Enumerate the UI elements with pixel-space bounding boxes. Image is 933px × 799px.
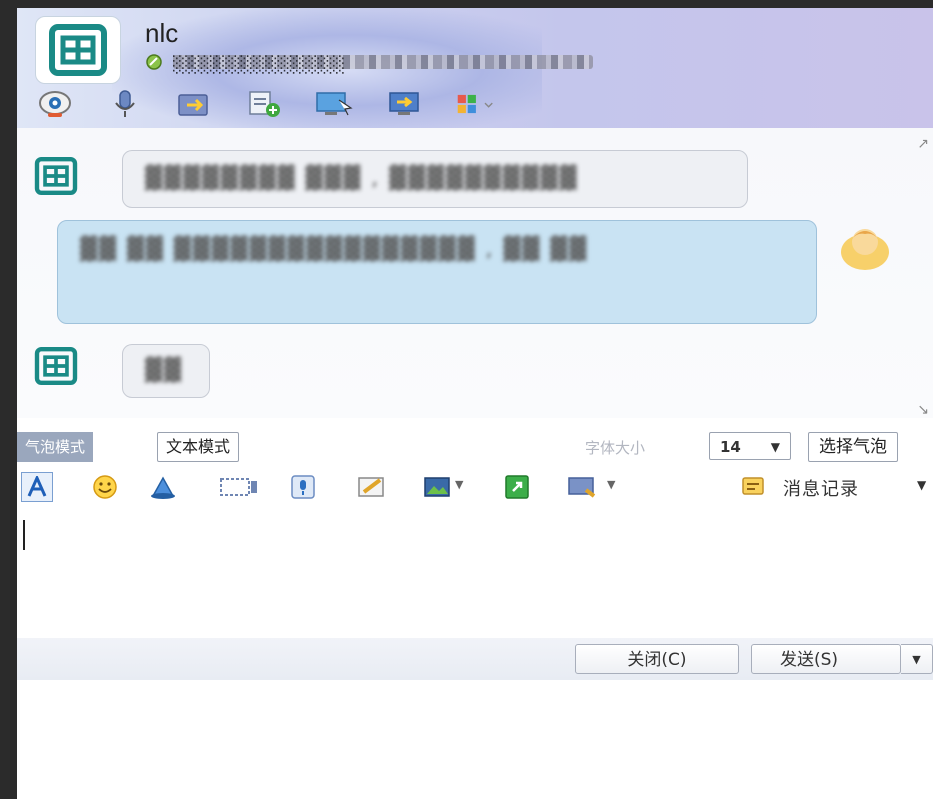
message-text: ▓▓ ▓▓ ▓▓▓▓▓▓▓▓▓▓▓▓▓▓▓▓ , ▓▓ ▓▓ (80, 237, 589, 262)
apps-button[interactable] (455, 90, 495, 118)
voice-message-icon (291, 475, 315, 499)
screenshot-icon (220, 478, 257, 496)
bubble-mode-tab[interactable]: 气泡模式 (17, 432, 94, 462)
contact-logo-icon (34, 157, 78, 195)
chat-history[interactable]: ↗ ▓▓▓▓▓▓▓▓ ▓▓▓ , ▓▓▓▓▓▓▓▓▓▓ ▓▓ ▓▓ ▓▓▓▓▓▓… (17, 128, 933, 418)
self-avatar[interactable] (837, 222, 893, 274)
send-file-button[interactable] (175, 90, 215, 118)
input-toolbar: ▼ ▼ 消息记录 ▼ (17, 468, 933, 506)
screenshot-button[interactable] (215, 472, 263, 502)
share-screen-button[interactable] (385, 90, 425, 118)
scribble-button[interactable] (353, 472, 393, 502)
chat-header: nlc ░░░░░░░░░░░░░░ (17, 8, 933, 133)
remote-desktop-button[interactable] (315, 90, 355, 118)
close-button[interactable]: 关闭(C) (575, 644, 739, 674)
status-signature[interactable]: ░░░░░░░░░░░░░░ (173, 55, 593, 74)
bottom-bar: 关闭(C) 发送(S) ▼ (17, 638, 933, 680)
contact-avatar[interactable] (35, 16, 121, 84)
window-footer (17, 680, 933, 799)
mode-bar: 气泡模式 文本模式 字体大小 14 ▼ 选择气泡 (17, 428, 933, 466)
chevron-down-icon: ▼ (770, 440, 780, 454)
image-button[interactable] (421, 472, 453, 502)
message-bubble-incoming[interactable]: ▓▓▓▓▓▓▓▓ ▓▓▓ , ▓▓▓▓▓▓▓▓▓▓ (122, 150, 748, 208)
scroll-up-icon[interactable]: ↗ (917, 136, 929, 152)
font-size-value: 14 (720, 438, 741, 456)
send-options-button[interactable]: ▼ (901, 644, 933, 674)
message-text: ▓▓▓▓▓▓▓▓ ▓▓▓ , ▓▓▓▓▓▓▓▓▓▓ (145, 166, 579, 191)
emoji-icon (93, 475, 117, 499)
send-file-icon (178, 94, 208, 116)
message-bubble-outgoing[interactable]: ▓▓ ▓▓ ▓▓▓▓▓▓▓▓▓▓▓▓▓▓▓▓ , ▓▓ ▓▓ (57, 220, 817, 324)
create-discussion-icon (249, 91, 280, 117)
font-size-label: 字体大小 (585, 439, 646, 457)
signature-edit-icon[interactable] (145, 53, 163, 71)
more-button[interactable] (563, 472, 603, 502)
contact-logo-icon (34, 347, 78, 385)
send-button[interactable]: 发送(S) (751, 644, 901, 674)
text-cursor (23, 520, 25, 550)
message-history-button[interactable]: 消息记录 (783, 475, 859, 501)
video-call-button[interactable] (35, 90, 75, 118)
message-history-icon (742, 477, 764, 495)
create-discussion-button[interactable] (245, 90, 285, 118)
voice-message-button[interactable] (287, 472, 319, 502)
edit-icon (358, 477, 384, 497)
history-dropdown-icon[interactable]: ▼ (917, 478, 926, 492)
image-dropdown-icon[interactable]: ▼ (455, 478, 463, 491)
remote-desktop-icon (316, 92, 353, 116)
emoji-button[interactable] (89, 472, 121, 502)
send-image-icon (505, 475, 529, 499)
header-toolbar (35, 90, 495, 118)
contact-message-avatar[interactable] (33, 346, 79, 386)
user-avatar-icon (841, 229, 889, 270)
message-input[interactable] (17, 508, 933, 638)
message-bubble-incoming[interactable]: ▓▓ (122, 344, 210, 398)
font-size-select[interactable]: 14 ▼ (709, 432, 791, 460)
more-dropdown-icon[interactable]: ▼ (607, 478, 615, 491)
contact-message-avatar[interactable] (33, 156, 79, 196)
text-mode-tab[interactable]: 文本模式 (157, 432, 240, 462)
chevron-down-icon: ▼ (912, 653, 921, 666)
image-icon (424, 477, 450, 497)
voice-call-icon (115, 90, 135, 117)
font-icon (27, 476, 47, 497)
share-screen-icon (389, 92, 419, 115)
magic-icon (151, 476, 175, 499)
choose-bubble-button[interactable]: 选择气泡 (808, 432, 898, 462)
magic-expression-button[interactable] (147, 472, 179, 502)
video-call-icon (39, 91, 71, 117)
more-icon (568, 477, 596, 498)
message-text: ▓▓ (145, 358, 183, 383)
scroll-down-icon[interactable]: ↘ (917, 402, 929, 418)
contact-name[interactable]: nlc (145, 18, 178, 49)
apps-icon (457, 94, 493, 114)
send-image-button[interactable] (501, 472, 533, 502)
history-icon-button[interactable] (737, 472, 769, 502)
chat-window: nlc ░░░░░░░░░░░░░░ ↗ ▓▓▓▓▓▓▓▓ ▓▓▓ , ▓▓▓▓… (17, 8, 933, 799)
contact-logo-icon (49, 24, 107, 76)
voice-call-button[interactable] (105, 90, 145, 118)
font-button[interactable] (21, 472, 53, 502)
status-row: ░░░░░░░░░░░░░░ (145, 53, 593, 74)
